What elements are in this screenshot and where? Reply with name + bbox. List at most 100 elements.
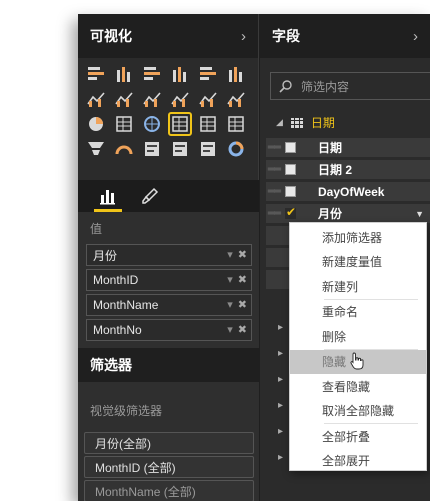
field-checkbox[interactable] — [285, 205, 296, 219]
search-placeholder: 筛选内容 — [301, 79, 350, 94]
filter-card[interactable]: MonthID (全部) — [84, 456, 254, 478]
line-column-icon[interactable] — [170, 89, 190, 109]
funnel-icon[interactable] — [86, 139, 106, 159]
context-menu-item[interactable]: 查看隐藏 — [290, 374, 426, 399]
field-menu-arrow-icon[interactable]: ▼ — [415, 209, 424, 219]
stacked-bar-icon[interactable] — [86, 64, 106, 84]
context-menu-item[interactable]: 添加筛选器 — [290, 225, 426, 250]
format-paintbrush-icon[interactable] — [140, 186, 160, 206]
fields-header[interactable]: 字段 › — [260, 14, 430, 58]
filter-card[interactable]: 月份(全部) — [84, 432, 254, 454]
line-chart-icon[interactable] — [86, 89, 106, 109]
expand-triangle-icon[interactable]: ◢ — [276, 117, 283, 128]
filter-card[interactable]: MonthName (全部) — [84, 480, 254, 501]
visual-level-filters-label: 视觉级筛选器 — [90, 404, 163, 418]
filled-map-icon[interactable] — [226, 114, 246, 134]
area-chart-icon[interactable] — [114, 89, 134, 109]
visualizations-title: 可视化 — [90, 28, 132, 44]
visualizations-header[interactable]: 可视化 › — [78, 14, 258, 58]
field-checkbox[interactable] — [285, 164, 296, 175]
stacked-area-icon[interactable] — [142, 89, 162, 109]
visualization-gallery — [86, 64, 248, 161]
drag-grip-icon[interactable]: ══ — [266, 164, 282, 175]
expand-arrow-icon[interactable]: ▸ — [278, 322, 283, 333]
collapse-chevron-icon[interactable]: › — [413, 28, 418, 45]
value-well-label: MonthID — [93, 273, 139, 287]
table-icon — [290, 117, 303, 128]
clustered-bar-icon[interactable] — [142, 64, 162, 84]
stacked-column-icon[interactable] — [114, 64, 134, 84]
filters-header: 筛选器 — [78, 348, 259, 382]
gauge-icon[interactable] — [114, 139, 134, 159]
context-menu-item[interactable]: 全部折叠 — [290, 424, 426, 449]
waterfall-icon[interactable] — [226, 89, 246, 109]
value-well-item[interactable]: MonthName ▾ ✖ — [86, 294, 252, 316]
remove-field-icon[interactable]: ✖ — [238, 298, 247, 311]
context-menu-item[interactable]: 删除 — [290, 324, 426, 349]
100-bar-icon[interactable] — [198, 64, 218, 84]
clustered-column-icon[interactable] — [170, 64, 190, 84]
remove-field-icon[interactable]: ✖ — [238, 323, 247, 336]
values-label: 值 — [90, 222, 103, 236]
value-well-label: MonthNo — [93, 323, 142, 337]
fields-tab-icon[interactable] — [94, 186, 122, 212]
pie-chart-icon[interactable] — [86, 114, 106, 134]
value-well-label: MonthName — [93, 298, 159, 312]
field-label: 日期 2 — [318, 163, 353, 177]
visualizations-pane: 可视化 › 值 月份 ▾ ✖ MonthID ▾ ✖ MonthName ▾ ✖ Month… — [78, 14, 259, 501]
context-menu-item[interactable]: 新建度量值 — [290, 250, 426, 275]
field-item[interactable]: ══ 日期 — [266, 138, 430, 157]
drag-grip-icon[interactable]: ══ — [266, 186, 282, 197]
filter-card-label: 月份(全部) — [95, 436, 151, 451]
dropdown-arrow-icon[interactable]: ▾ — [227, 248, 233, 261]
drag-grip-icon[interactable]: ══ — [266, 208, 282, 219]
field-search-input[interactable]: 筛选内容 — [270, 72, 430, 100]
filters-section: 视觉级筛选器 月份(全部) MonthID (全部) MonthName (全部) — [78, 382, 259, 501]
expand-arrow-icon[interactable]: ▸ — [278, 426, 283, 437]
field-item[interactable]: ══ 日期 2 — [266, 160, 430, 179]
kpi-icon[interactable] — [198, 139, 218, 159]
filter-card-label: MonthID (全部) — [95, 460, 176, 475]
expand-arrow-icon[interactable]: ▸ — [278, 400, 283, 411]
context-menu-item[interactable]: 全部展开 — [290, 449, 426, 474]
remove-field-icon[interactable]: ✖ — [238, 273, 247, 286]
remove-field-icon[interactable]: ✖ — [238, 248, 247, 261]
field-context-menu: 添加筛选器 新建度量值 新建列 重命名 删除 隐藏 查看隐藏 取消全部隐藏 全部折叠 全部展开 — [289, 222, 427, 471]
ribbon-chart-icon[interactable] — [198, 89, 218, 109]
dropdown-arrow-icon[interactable]: ▾ — [227, 273, 233, 286]
table-node-date[interactable]: ◢ 日期 — [276, 114, 335, 131]
100-column-icon[interactable] — [226, 64, 246, 84]
viz-tabs — [78, 180, 259, 212]
field-item[interactable]: ══ 月份 ▼ — [266, 204, 430, 223]
card-icon[interactable] — [142, 139, 162, 159]
search-icon — [279, 80, 292, 93]
donut-icon[interactable] — [226, 139, 246, 159]
dropdown-arrow-icon[interactable]: ▾ — [227, 298, 233, 311]
collapse-chevron-icon[interactable]: › — [241, 28, 246, 45]
donut-grid-icon[interactable] — [114, 114, 134, 134]
fields-title: 字段 — [272, 28, 300, 44]
expand-arrow-icon[interactable]: ▸ — [278, 348, 283, 359]
multirow-card-icon[interactable] — [170, 139, 190, 159]
drag-grip-icon[interactable]: ══ — [266, 142, 282, 153]
field-checkbox[interactable] — [285, 186, 296, 197]
expand-arrow-icon[interactable]: ▸ — [278, 452, 283, 463]
expand-arrow-icon[interactable]: ▸ — [278, 374, 283, 385]
field-label: DayOfWeek — [318, 184, 385, 199]
value-well-item[interactable]: MonthID ▾ ✖ — [86, 269, 252, 291]
table-icon[interactable] — [168, 112, 192, 136]
field-checkbox[interactable] — [285, 142, 296, 153]
filter-card-label: MonthName (全部) — [95, 484, 196, 499]
field-label: 日期 — [318, 141, 343, 155]
context-menu-item[interactable]: 重命名 — [290, 300, 426, 325]
values-section: 值 月份 ▾ ✖ MonthID ▾ ✖ MonthName ▾ ✖ MonthNo ▾ ✖ — [78, 212, 259, 348]
context-menu-item[interactable]: 新建列 — [290, 274, 426, 299]
value-well-item[interactable]: 月份 ▾ ✖ — [86, 244, 252, 266]
table-name: 日期 — [310, 116, 335, 130]
value-well-item[interactable]: MonthNo ▾ ✖ — [86, 319, 252, 341]
matrix-icon[interactable] — [198, 114, 218, 134]
dropdown-arrow-icon[interactable]: ▾ — [227, 323, 233, 336]
globe-map-icon[interactable] — [142, 114, 162, 134]
field-item[interactable]: ══ DayOfWeek — [266, 182, 430, 201]
context-menu-item[interactable]: 取消全部隐藏 — [290, 399, 426, 424]
